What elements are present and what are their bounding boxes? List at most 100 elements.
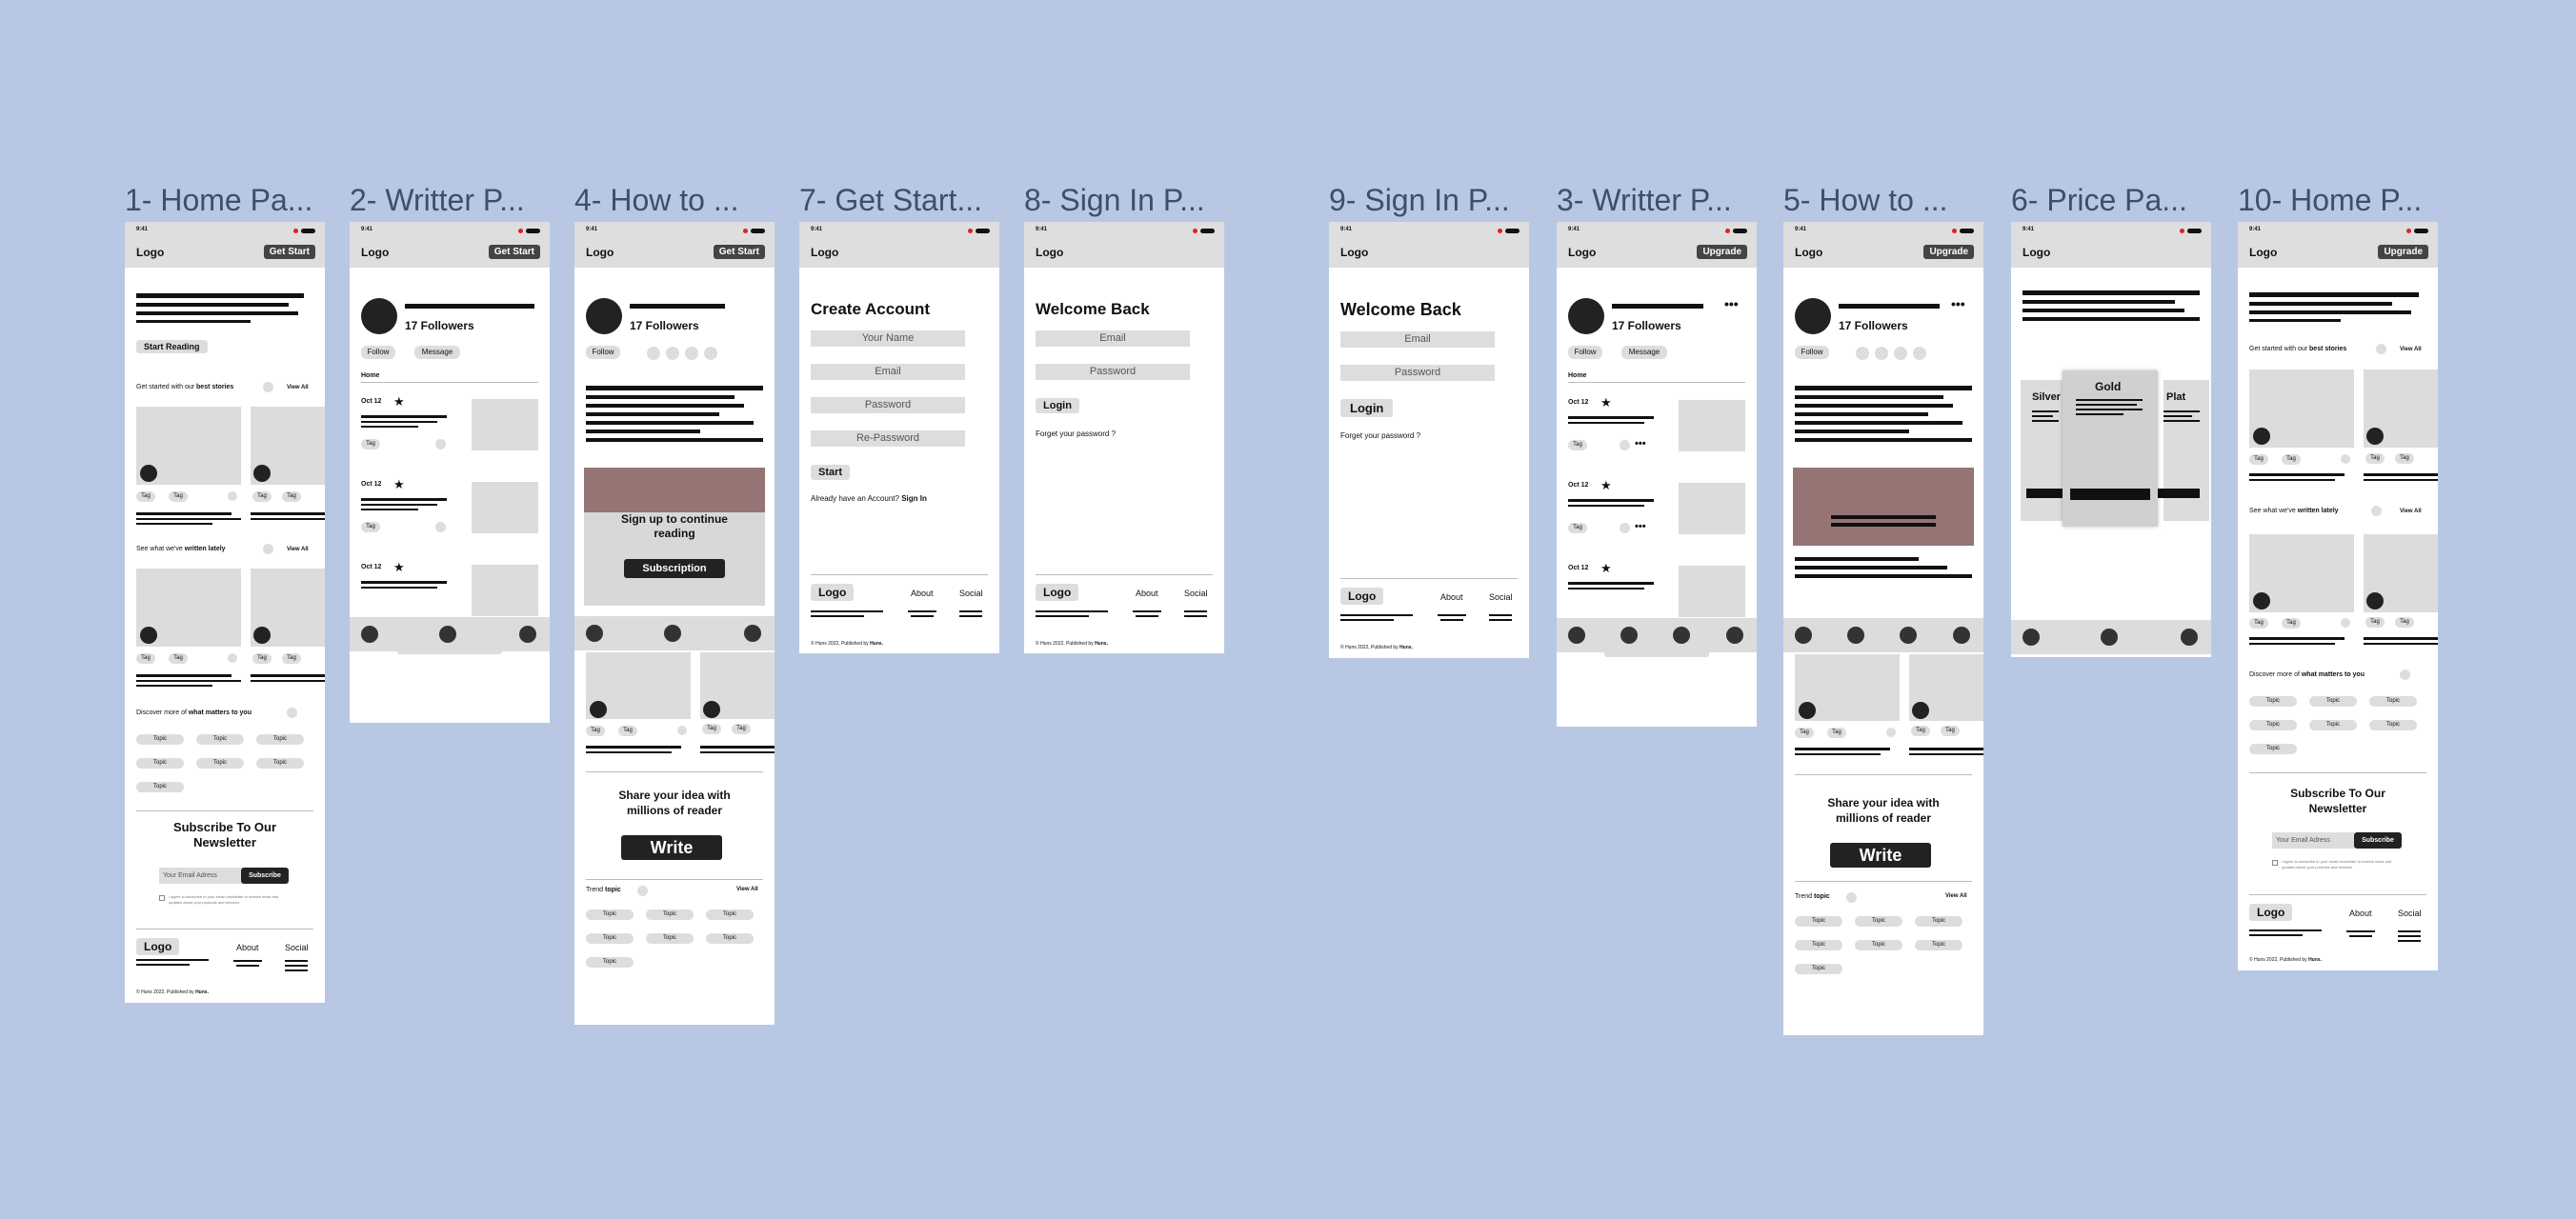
frame-title[interactable]: 2- Writter P... [350, 183, 552, 218]
upgrade-button[interactable]: Upgrade [1697, 245, 1747, 259]
share-icon[interactable] [1894, 347, 1907, 360]
footer-logo[interactable]: Logo [136, 938, 180, 955]
tag-pill[interactable]: Tag [1827, 728, 1846, 738]
topic-pill[interactable]: Topic [1795, 916, 1842, 927]
logo[interactable]: Logo [1568, 246, 1596, 259]
tag-pill[interactable]: Tag [1568, 523, 1587, 533]
view-all-link[interactable]: View All [287, 385, 309, 390]
footer-about[interactable]: About [2349, 909, 2372, 918]
post-image[interactable] [472, 565, 538, 616]
tag-pill[interactable]: Tag [2365, 453, 2385, 464]
post-image[interactable] [1679, 566, 1745, 617]
footer-logo[interactable]: Logo [811, 584, 855, 601]
logo[interactable]: Logo [361, 246, 389, 259]
email-input[interactable]: Your Email Adress [2272, 832, 2354, 849]
logo[interactable]: Logo [136, 246, 164, 259]
more-icon[interactable]: ••• [1724, 296, 1739, 311]
topic-pill[interactable]: Topic [1855, 940, 1902, 950]
email-input[interactable]: Your Email Adress [159, 868, 241, 884]
tag-pill[interactable]: Tag [252, 653, 272, 664]
logo[interactable]: Logo [811, 246, 838, 259]
agree-checkbox[interactable] [2272, 860, 2278, 866]
tag-pill[interactable]: Tag [1941, 726, 1960, 736]
star-icon[interactable]: ★ [1600, 561, 1612, 576]
nav-home-icon[interactable] [2023, 629, 2040, 646]
nav-profile-icon[interactable] [1726, 627, 1743, 644]
forget-password-link[interactable]: Forget your password ? [1036, 430, 1116, 438]
tag-pill[interactable]: Tag [2365, 617, 2385, 628]
post-image[interactable] [472, 482, 538, 533]
tag-pill[interactable]: Tag [1795, 728, 1814, 738]
email-field[interactable]: Email [1036, 330, 1190, 347]
topic-pill[interactable]: Topic [2249, 696, 2297, 707]
star-icon[interactable]: ★ [393, 394, 405, 410]
footer-social[interactable]: Social [959, 589, 983, 598]
gold-select-button[interactable] [2070, 489, 2150, 500]
topic-pill[interactable]: Topic [586, 909, 634, 920]
frame-title[interactable]: 4- How to ... [574, 183, 776, 218]
upgrade-button[interactable]: Upgrade [2378, 245, 2428, 259]
tag-pill[interactable]: Tag [2395, 617, 2414, 628]
frame-title[interactable]: 9- Sign In P... [1329, 183, 1531, 218]
share-icon[interactable] [647, 347, 660, 360]
tag-pill[interactable]: Tag [618, 726, 637, 736]
nav-profile-icon[interactable] [1953, 627, 1970, 644]
nav-search-icon[interactable] [2101, 629, 2118, 646]
get-start-button[interactable]: Get Start [713, 245, 765, 259]
topic-pill[interactable]: Topic [136, 758, 184, 769]
message-button[interactable]: Message [1621, 346, 1667, 359]
topic-pill[interactable]: Topic [136, 734, 184, 745]
post-image[interactable] [1679, 400, 1745, 451]
topic-pill[interactable]: Topic [2249, 744, 2297, 754]
logo[interactable]: Logo [1795, 246, 1822, 259]
frame-title[interactable]: 7- Get Start... [799, 183, 1001, 218]
agree-checkbox[interactable] [159, 895, 165, 901]
tag-pill[interactable]: Tag [361, 439, 380, 450]
view-all-link[interactable]: View All [2400, 347, 2422, 352]
logo[interactable]: Logo [2249, 246, 2277, 259]
subscription-button[interactable]: Subscription [624, 559, 725, 578]
footer-about[interactable]: About [911, 589, 934, 598]
post-image[interactable] [472, 399, 538, 450]
name-field[interactable]: Your Name [811, 330, 965, 347]
topic-pill[interactable]: Topic [706, 909, 754, 920]
write-button[interactable]: Write [1830, 843, 1931, 868]
footer-social[interactable]: Social [1489, 592, 1513, 602]
share-icon[interactable] [1875, 347, 1888, 360]
frame-title[interactable]: 6- Price Pa... [2011, 183, 2213, 218]
tag-pill[interactable]: Tag [136, 491, 155, 502]
tag-pill[interactable]: Tag [282, 491, 301, 502]
tab-home[interactable]: Home [1568, 372, 1586, 379]
topic-pill[interactable]: Topic [1915, 940, 1962, 950]
topic-pill[interactable]: Topic [2249, 720, 2297, 730]
share-icon[interactable] [1913, 347, 1926, 360]
tag-pill[interactable]: Tag [169, 491, 188, 502]
tag-pill[interactable]: Tag [361, 522, 380, 532]
topic-pill[interactable]: Topic [2309, 696, 2357, 707]
share-icon[interactable] [685, 347, 698, 360]
topic-pill[interactable]: Topic [586, 957, 634, 968]
topic-pill[interactable]: Topic [586, 933, 634, 944]
message-button[interactable]: Message [414, 346, 460, 359]
nav-search-icon[interactable] [664, 625, 681, 642]
nav-home-icon[interactable] [586, 625, 603, 642]
gold-plan-card[interactable] [2063, 370, 2158, 527]
topic-pill[interactable]: Topic [196, 758, 244, 769]
email-field[interactable]: Email [1340, 331, 1495, 348]
tag-pill[interactable]: Tag [732, 724, 751, 734]
nav-profile-icon[interactable] [744, 625, 761, 642]
logo[interactable]: Logo [1340, 246, 1368, 259]
tag-pill[interactable]: Tag [2282, 618, 2301, 629]
nav-search-icon[interactable] [1620, 627, 1638, 644]
follow-button[interactable]: Follow [586, 346, 620, 359]
sign-in-link[interactable]: Sign In [901, 494, 927, 503]
tag-pill[interactable]: Tag [169, 653, 188, 664]
password-field[interactable]: Password [1036, 364, 1190, 380]
email-field[interactable]: Email [811, 364, 965, 380]
footer-logo[interactable]: Logo [1036, 584, 1079, 601]
write-button[interactable]: Write [621, 835, 722, 860]
silver-select-button[interactable] [2026, 489, 2064, 498]
follow-button[interactable]: Follow [1568, 346, 1602, 359]
tag-pill[interactable]: Tag [1911, 726, 1930, 736]
topic-pill[interactable]: Topic [136, 782, 184, 792]
